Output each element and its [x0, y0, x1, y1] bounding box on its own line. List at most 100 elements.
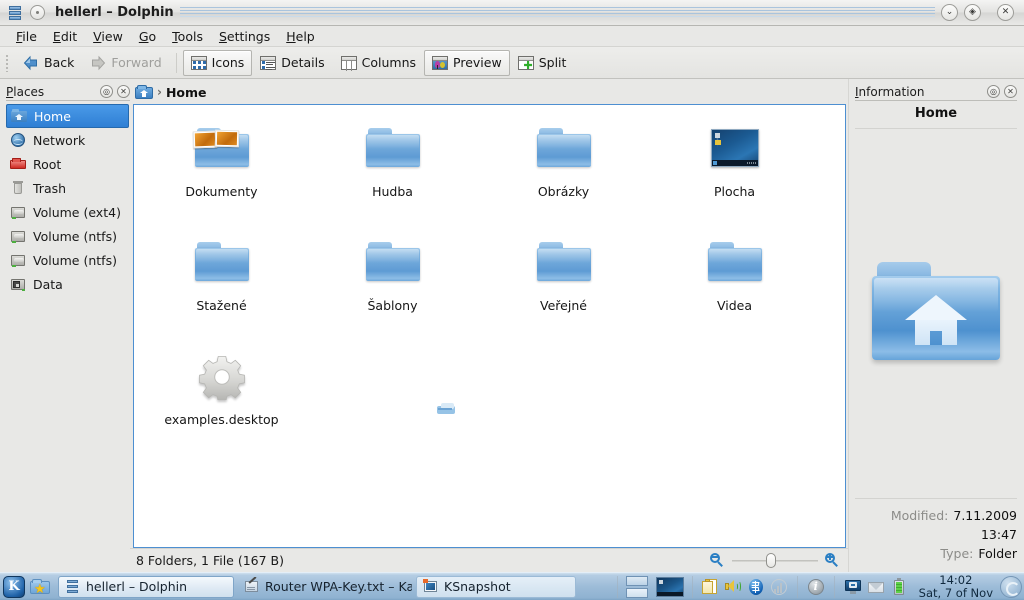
places-panel: Places ◎ ✕ Home Network Root Trash Volum… [0, 79, 130, 572]
folder-icon [701, 234, 769, 290]
wifi-signal-icon[interactable] [770, 578, 788, 596]
taskbar-separator [833, 575, 835, 598]
file-label: examples.desktop [164, 412, 279, 427]
file-item[interactable]: Obrázky [478, 116, 649, 230]
info-icon[interactable]: i [807, 578, 825, 596]
task-button-dolphin[interactable]: hellerl – Dolphin [58, 575, 234, 598]
window-title: hellerl – Dolphin [55, 5, 174, 20]
taskbar-separator [691, 575, 693, 598]
breadcrumb-separator: › [157, 85, 162, 99]
statusbar: 8 Folders, 1 File (167 B) [130, 548, 848, 572]
place-label: Data [33, 276, 63, 292]
file-view[interactable]: Dokumenty Hudba Obrázky Plocha Stažené Š… [133, 104, 846, 548]
toolbar-grip[interactable] [4, 52, 11, 74]
sidebar-item-data[interactable]: Data [6, 272, 129, 296]
file-item[interactable]: Hudba [307, 116, 478, 230]
menubar: File Edit View Go Tools Settings Help [0, 26, 1024, 47]
sidebar-item-network[interactable]: Network [6, 128, 129, 152]
zoom-in-magnifier-icon[interactable] [825, 553, 840, 568]
mail-envelope-icon[interactable] [867, 578, 885, 596]
sidebar-item-volume-ntfs-1[interactable]: Volume (ntfs) [6, 224, 129, 248]
sidebar-item-root[interactable]: Root [6, 152, 129, 176]
minimize-button[interactable]: ⌄ [941, 4, 958, 21]
dolphin-drawers-icon [7, 5, 23, 21]
window-menu-button[interactable] [30, 5, 45, 20]
folder-icon [359, 234, 427, 290]
preview-toggle-button[interactable]: Preview [424, 49, 510, 76]
close-button[interactable]: ✕ [997, 4, 1014, 21]
desktop-preview-icon[interactable] [655, 576, 684, 597]
task-button-ksnapshot[interactable]: KSnapshot [416, 575, 576, 598]
gear-icon [188, 348, 256, 404]
folder-icon [188, 234, 256, 290]
network-monitor-icon[interactable] [844, 578, 862, 596]
split-view-icon: ✚ [517, 55, 534, 71]
folder-icon [359, 120, 427, 176]
view-mode-columns-button[interactable]: Columns [333, 50, 424, 76]
clock[interactable]: 14:02 Sat, 7 of Nov [912, 573, 1000, 600]
bluetooth-icon[interactable] [747, 578, 765, 596]
zoom-out-magnifier-icon[interactable] [710, 553, 725, 568]
meta-value: Folder [978, 546, 1017, 561]
menu-edit[interactable]: Edit [45, 27, 85, 46]
file-item[interactable]: Šablony [307, 230, 478, 344]
view-mode-details-button[interactable]: Details [252, 50, 332, 76]
maximize-button[interactable]: ◈ [964, 4, 981, 21]
file-label: Stažené [196, 298, 247, 313]
zoom-control [710, 553, 840, 568]
places-list: Home Network Root Trash Volume (ext4) Vo… [6, 104, 130, 296]
volume-speaker-icon[interactable] [724, 578, 742, 596]
home-folder-icon[interactable] [135, 85, 153, 99]
meta-row-type: Type: Folder [855, 544, 1017, 563]
desktop-pager[interactable] [625, 575, 648, 598]
menu-go[interactable]: Go [131, 27, 164, 46]
file-item[interactable]: examples.desktop [136, 344, 307, 458]
battery-icon[interactable] [890, 577, 908, 596]
file-label: Videa [716, 298, 753, 313]
places-close-button[interactable]: ✕ [117, 85, 130, 98]
meta-value: 7.11.2009 [953, 508, 1017, 523]
file-item[interactable]: Dokumenty [136, 116, 307, 230]
folder-star-icon[interactable]: ★ [27, 574, 53, 600]
menu-tools[interactable]: Tools [164, 27, 211, 46]
places-panel-title: Places [6, 84, 45, 99]
folder-icon [530, 120, 598, 176]
split-view-button[interactable]: ✚ Split [510, 50, 575, 76]
arrow-left-icon [23, 55, 39, 71]
file-item[interactable]: Veřejné [478, 230, 649, 344]
forward-button[interactable]: Forward [82, 50, 169, 76]
titlebar-filler [179, 0, 935, 26]
zoom-slider[interactable] [732, 553, 818, 568]
sidebar-item-trash[interactable]: Trash [6, 176, 129, 200]
menu-settings[interactable]: Settings [211, 27, 278, 46]
menu-view[interactable]: View [85, 27, 131, 46]
toolbar-separator [175, 52, 177, 73]
sidebar-item-home[interactable]: Home [6, 104, 129, 128]
show-desktop-icon[interactable] [1000, 575, 1022, 598]
information-close-button[interactable]: ✕ [1004, 85, 1017, 98]
information-preview [855, 129, 1017, 499]
file-item[interactable]: Stažené [136, 230, 307, 344]
window-body: Places ◎ ✕ Home Network Root Trash Volum… [0, 79, 1024, 572]
pager-desktop-1[interactable] [625, 575, 648, 586]
file-item[interactable]: Videa [649, 230, 820, 344]
pager-desktop-2[interactable] [625, 587, 648, 598]
kmenu-launcher-button[interactable]: K [1, 574, 27, 600]
home-folder-large-icon [872, 261, 1000, 366]
back-button[interactable]: Back [15, 50, 82, 76]
dolphin-window: hellerl – Dolphin ⌄ ◈ ✕ File Edit View G… [0, 0, 1024, 572]
file-label: Dokumenty [185, 184, 258, 199]
window-titlebar[interactable]: hellerl – Dolphin ⌄ ◈ ✕ [0, 0, 1024, 26]
view-mode-icons-button[interactable]: Icons [182, 49, 253, 76]
information-metadata: Modified: 7.11.2009 13:47 Type: Folder [855, 499, 1017, 572]
breadcrumb-current[interactable]: Home [166, 85, 207, 100]
sidebar-item-volume-ntfs-2[interactable]: Volume (ntfs) [6, 248, 129, 272]
menu-help[interactable]: Help [278, 27, 323, 46]
sidebar-item-volume-ext4[interactable]: Volume (ext4) [6, 200, 129, 224]
file-item[interactable]: Plocha [649, 116, 820, 230]
information-config-button[interactable]: ◎ [987, 85, 1000, 98]
klipper-clipboard-icon[interactable] [701, 578, 719, 596]
task-button-kate[interactable]: Router WPA-Key.txt – Kate [237, 576, 413, 598]
menu-file[interactable]: File [8, 27, 45, 46]
places-config-button[interactable]: ◎ [100, 85, 113, 98]
